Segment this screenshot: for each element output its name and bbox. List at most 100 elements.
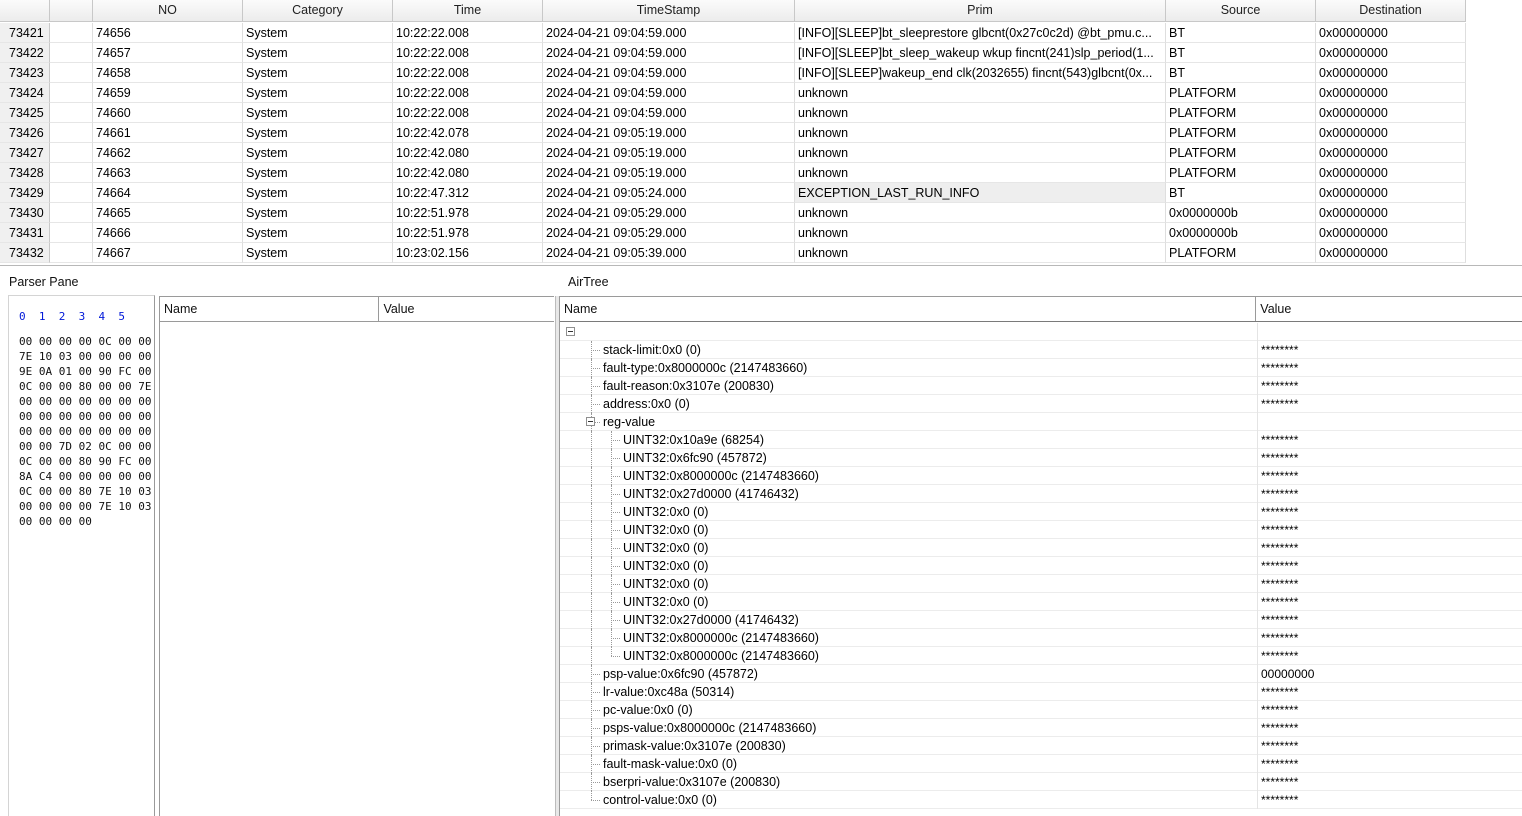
log-row[interactable]: 73427 74662 System 10:22:42.080 2024-04-21 0… bbox=[0, 143, 1466, 163]
log-row[interactable]: 73430 74665 System 10:22:51.978 2024-04-21 0… bbox=[0, 203, 1466, 223]
log-row[interactable]: 73429 74664 System 10:22:47.312 2024-04-21 0… bbox=[0, 183, 1466, 203]
tree-row[interactable]: fault-mask-value:0x0 (0) ******** bbox=[560, 755, 1522, 773]
tree-node-value: ******** bbox=[1261, 379, 1299, 393]
row-blank bbox=[50, 143, 93, 163]
tree-node-value: 00000000 bbox=[1261, 667, 1315, 681]
tree-connector bbox=[611, 602, 620, 603]
column-header-time[interactable]: Time bbox=[393, 0, 543, 22]
tree-row[interactable]: primask-value:0x3107e (200830) ******** bbox=[560, 737, 1522, 755]
column-divider bbox=[1257, 701, 1258, 719]
row-blank bbox=[50, 123, 93, 143]
parser-column-name[interactable]: Name bbox=[160, 297, 380, 321]
tree-node-value: ******** bbox=[1261, 649, 1299, 663]
parser-column-value[interactable]: Value bbox=[379, 297, 554, 321]
tree-row[interactable]: control-value:0x0 (0) ******** bbox=[560, 791, 1522, 809]
tree-row[interactable]: UINT32:0x8000000c (2147483660) ******** bbox=[560, 647, 1522, 665]
row-time: 10:22:42.078 bbox=[393, 123, 543, 143]
tree-row[interactable]: bserpri-value:0x3107e (200830) ******** bbox=[560, 773, 1522, 791]
tree-row[interactable]: UINT32:0x0 (0) ******** bbox=[560, 539, 1522, 557]
log-row[interactable]: 73424 74659 System 10:22:22.008 2024-04-21 0… bbox=[0, 83, 1466, 103]
column-divider bbox=[1257, 737, 1258, 755]
tree-connector bbox=[611, 530, 620, 531]
column-divider bbox=[1257, 791, 1258, 809]
tree-row[interactable] bbox=[560, 323, 1522, 341]
tree-connector bbox=[591, 692, 600, 693]
column-header-destination[interactable]: Destination bbox=[1316, 0, 1466, 22]
tree-row[interactable]: fault-type:0x8000000c (2147483660) ******… bbox=[560, 359, 1522, 377]
tree-row[interactable]: UINT32:0x8000000c (2147483660) ******** bbox=[560, 467, 1522, 485]
column-divider bbox=[1257, 359, 1258, 377]
log-row[interactable]: 73426 74661 System 10:22:42.078 2024-04-21 0… bbox=[0, 123, 1466, 143]
row-blank bbox=[50, 23, 93, 43]
tree-row[interactable]: fault-reason:0x3107e (200830) ******** bbox=[560, 377, 1522, 395]
tree-row[interactable]: UINT32:0x0 (0) ******** bbox=[560, 521, 1522, 539]
column-divider bbox=[1257, 611, 1258, 629]
tree-row[interactable]: UINT32:0x0 (0) ******** bbox=[560, 575, 1522, 593]
row-index: 73421 bbox=[0, 23, 50, 43]
tree-row[interactable]: lr-value:0xc48a (50314) ******** bbox=[560, 683, 1522, 701]
log-row[interactable]: 73422 74657 System 10:22:22.008 2024-04-21 0… bbox=[0, 43, 1466, 63]
tree-connector bbox=[591, 539, 592, 557]
tree-row[interactable]: reg-value bbox=[560, 413, 1522, 431]
log-row[interactable]: 73423 74658 System 10:22:22.008 2024-04-21 0… bbox=[0, 63, 1466, 83]
tree-row[interactable]: stack-limit:0x0 (0) ******** bbox=[560, 341, 1522, 359]
log-row[interactable]: 73428 74663 System 10:22:42.080 2024-04-21 0… bbox=[0, 163, 1466, 183]
hex-column-index: 0 1 2 3 4 5 bbox=[19, 310, 125, 323]
airtree-column-value[interactable]: Value bbox=[1256, 297, 1522, 321]
tree-connector bbox=[591, 557, 592, 575]
airtree-column-name[interactable]: Name bbox=[560, 297, 1257, 321]
tree-row[interactable]: UINT32:0x27d0000 (41746432) ******** bbox=[560, 611, 1522, 629]
tree-row[interactable]: pc-value:0x0 (0) ******** bbox=[560, 701, 1522, 719]
tree-row[interactable]: UINT32:0x0 (0) ******** bbox=[560, 503, 1522, 521]
tree-connector bbox=[611, 566, 620, 567]
airtree-grid[interactable]: Name Value stack-limit:0x0 (0) ******** fa… bbox=[559, 296, 1522, 816]
column-header-category[interactable]: Category bbox=[243, 0, 393, 22]
column-header-timestamp[interactable]: TimeStamp bbox=[543, 0, 795, 22]
column-header-source[interactable]: Source bbox=[1166, 0, 1316, 22]
log-table-header: NO Category Time TimeStamp Prim Source D… bbox=[0, 0, 1466, 22]
collapse-toggle-icon[interactable] bbox=[566, 327, 575, 336]
column-header-index[interactable] bbox=[0, 0, 50, 22]
row-source: PLATFORM bbox=[1166, 143, 1316, 163]
tree-connector bbox=[591, 647, 592, 665]
tree-row[interactable]: UINT32:0x6fc90 (457872) ******** bbox=[560, 449, 1522, 467]
row-no: 74664 bbox=[93, 183, 243, 203]
hex-view[interactable]: 0 1 2 3 4 5 00 00 00 00 0C 00 00 7E 10 03… bbox=[8, 295, 155, 816]
column-header-blank[interactable] bbox=[50, 0, 93, 22]
tree-row[interactable]: UINT32:0x0 (0) ******** bbox=[560, 557, 1522, 575]
parser-grid[interactable]: Name Value bbox=[159, 296, 554, 816]
tree-connector bbox=[591, 449, 592, 467]
row-destination: 0x00000000 bbox=[1316, 183, 1466, 203]
tree-row[interactable]: UINT32:0x0 (0) ******** bbox=[560, 593, 1522, 611]
log-table[interactable]: NO Category Time TimeStamp Prim Source D… bbox=[0, 0, 1522, 266]
hex-line: 0C 00 00 80 7E 10 03 bbox=[19, 485, 152, 498]
tree-row[interactable]: UINT32:0x8000000c (2147483660) ******** bbox=[560, 629, 1522, 647]
column-divider bbox=[1257, 395, 1258, 413]
row-source: PLATFORM bbox=[1166, 103, 1316, 123]
collapse-toggle-icon[interactable] bbox=[586, 417, 595, 426]
tree-row[interactable]: address:0x0 (0) ******** bbox=[560, 395, 1522, 413]
tree-row[interactable]: psp-value:0x6fc90 (457872) 00000000 bbox=[560, 665, 1522, 683]
row-timestamp: 2024-04-21 09:04:59.000 bbox=[543, 43, 795, 63]
log-row[interactable]: 73421 74656 System 10:22:22.008 2024-04-21 0… bbox=[0, 23, 1466, 43]
tree-row[interactable]: psps-value:0x8000000c (2147483660) ******… bbox=[560, 719, 1522, 737]
row-source: 0x0000000b bbox=[1166, 223, 1316, 243]
row-blank bbox=[50, 183, 93, 203]
row-source: 0x0000000b bbox=[1166, 203, 1316, 223]
row-prim: unknown bbox=[795, 163, 1166, 183]
row-destination: 0x00000000 bbox=[1316, 103, 1466, 123]
log-row[interactable]: 73425 74660 System 10:22:22.008 2024-04-21 0… bbox=[0, 103, 1466, 123]
row-index: 73428 bbox=[0, 163, 50, 183]
tree-node-value: ******** bbox=[1261, 577, 1299, 591]
column-header-prim[interactable]: Prim bbox=[795, 0, 1166, 22]
log-row[interactable]: 73431 74666 System 10:22:51.978 2024-04-21 0… bbox=[0, 223, 1466, 243]
row-index: 73427 bbox=[0, 143, 50, 163]
tree-row[interactable]: UINT32:0x27d0000 (41746432) ******** bbox=[560, 485, 1522, 503]
tree-node-label: pc-value:0x0 (0) bbox=[603, 703, 693, 717]
log-row[interactable]: 73432 74667 System 10:23:02.156 2024-04-21 0… bbox=[0, 243, 1466, 263]
row-destination: 0x00000000 bbox=[1316, 163, 1466, 183]
tree-row[interactable]: UINT32:0x10a9e (68254) ******** bbox=[560, 431, 1522, 449]
row-time: 10:22:22.008 bbox=[393, 83, 543, 103]
column-divider bbox=[1257, 575, 1258, 593]
column-header-no[interactable]: NO bbox=[93, 0, 243, 22]
